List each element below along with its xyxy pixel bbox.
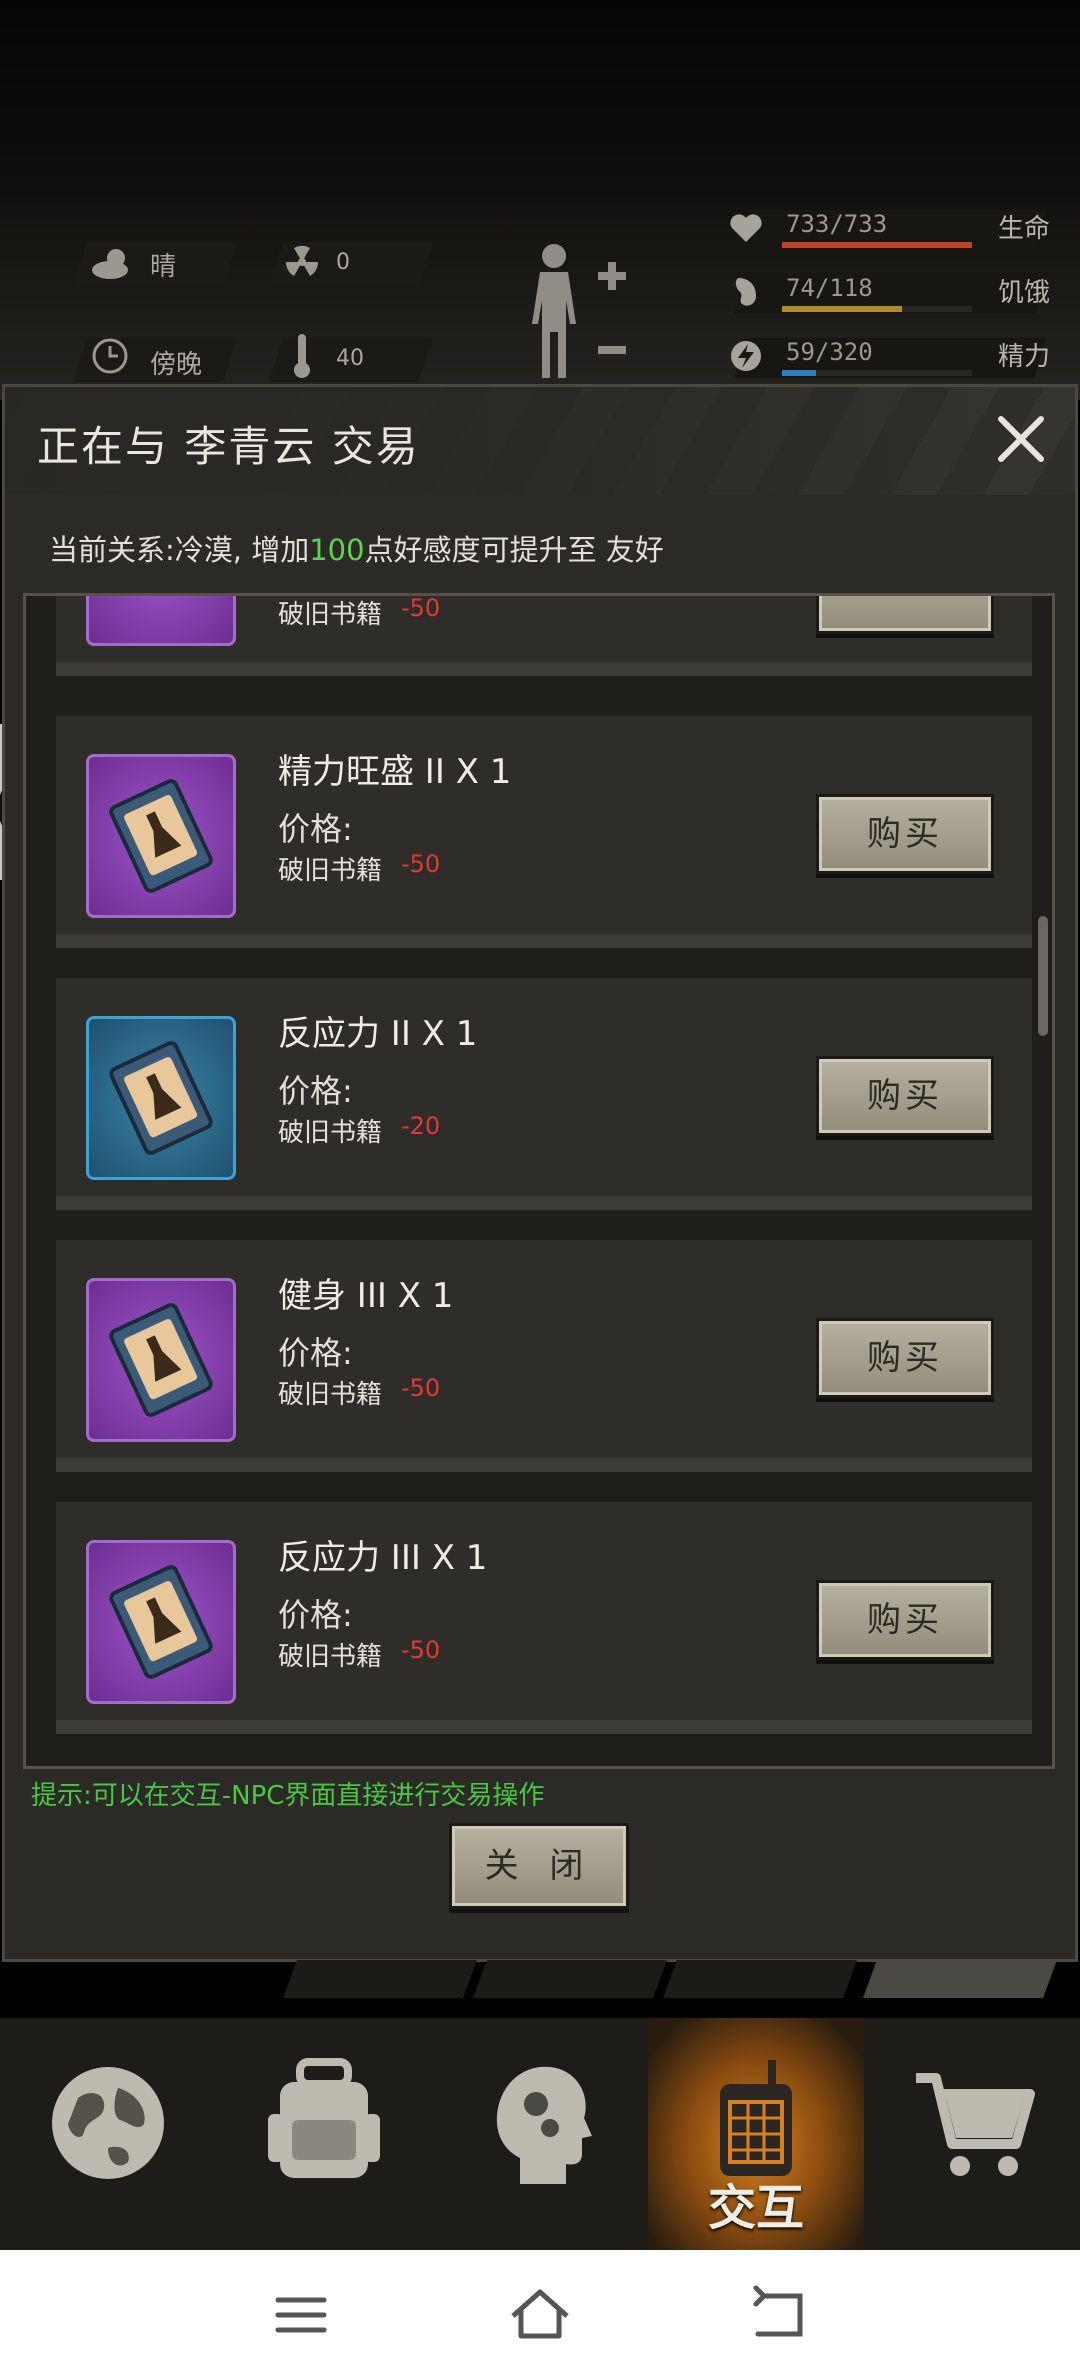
item-cost: -50 — [401, 850, 441, 878]
item-cost: -50 — [401, 1636, 441, 1664]
skill-book-icon — [109, 779, 213, 893]
price-label: 价格: — [278, 1596, 353, 1634]
price-label: 价格: — [278, 1072, 353, 1110]
stat-hunger: 74/118 饥饿 — [720, 268, 1050, 318]
body-figure-icon[interactable] — [520, 240, 630, 380]
status-hud: 晴 0 傍晚 40 733/733 生命 74/118 饥饿 59/320 精力 — [0, 0, 1080, 400]
item-cost: -50 — [401, 594, 441, 622]
energy-icon — [731, 341, 761, 371]
item-cost: -50 — [401, 1374, 441, 1402]
buy-button-label: 购买 — [867, 1338, 943, 1378]
dialog-title: 正在与 李青云 交易 — [37, 422, 420, 471]
item-currency: 破旧书籍 — [278, 1380, 383, 1410]
item-name: 精力旺盛 II X 1 — [278, 752, 512, 792]
item-currency: 破旧书籍 — [278, 1642, 383, 1672]
item-currency: 破旧书籍 — [278, 600, 383, 630]
buy-button[interactable] — [816, 596, 994, 634]
item-name: 健身 III X 1 — [278, 1276, 454, 1316]
hunger-value: 74/118 — [786, 274, 873, 302]
cloud-sun-icon — [92, 249, 128, 279]
skill-book-icon — [109, 1041, 213, 1155]
buy-button[interactable]: 购买 — [816, 794, 994, 874]
nav-interact[interactable]: 交互 — [648, 2018, 864, 2250]
cart-icon — [916, 2073, 1035, 2176]
health-label: 生命 — [997, 214, 1050, 244]
radiation-value: 0 — [336, 250, 350, 275]
list-item: 反应力 III X 1 价格: 破旧书籍 -50 购买 — [56, 1502, 1032, 1734]
item-name: 反应力 III X 1 — [278, 1538, 488, 1578]
list-item: 精力旺盛 II X 1 价格: 破旧书籍 -50 购买 — [56, 716, 1032, 948]
hint-text: 提示:可以在交互-NPC界面直接进行交易操作 — [31, 1781, 545, 1811]
nav-skills[interactable] — [432, 2018, 648, 2250]
skill-book-icon — [109, 1565, 213, 1679]
radiation-icon — [285, 245, 319, 276]
stomach-icon — [735, 278, 756, 306]
back-icon[interactable] — [744, 2280, 814, 2350]
buy-button-label: 购买 — [867, 1076, 943, 1116]
menu-icon[interactable] — [266, 2280, 336, 2350]
skill-book-icon — [109, 1303, 213, 1417]
nav-world[interactable] — [0, 2018, 216, 2250]
book-thumbnail — [86, 596, 236, 646]
scrollbar-thumb[interactable] — [1038, 916, 1048, 1036]
list-item: 反应力 II X 1 价格: 破旧书籍 -20 购买 — [56, 978, 1032, 1210]
heart-icon — [730, 214, 762, 242]
trade-item-list[interactable]: 破旧书籍 -50 精力旺盛 II X 1 价格: 破旧书籍 -50 购买 反应力… — [23, 593, 1055, 1769]
buy-button-label: 购买 — [867, 1600, 943, 1640]
close-icon[interactable] — [991, 409, 1051, 469]
system-navigation-bar — [0, 2250, 1080, 2376]
close-button[interactable]: 关 闭 — [449, 1823, 629, 1909]
item-name: 反应力 II X 1 — [278, 1014, 478, 1054]
buy-button[interactable]: 购买 — [816, 1056, 994, 1136]
close-button-label: 关 闭 — [484, 1846, 594, 1886]
thermometer-icon — [294, 334, 310, 378]
clock-icon — [92, 338, 128, 374]
stat-energy: 59/320 精力 — [720, 332, 1050, 382]
book-thumbnail — [86, 754, 236, 918]
price-label: 价格: — [278, 1334, 353, 1372]
item-cost: -20 — [401, 1112, 441, 1140]
item-currency: 破旧书籍 — [278, 1118, 383, 1148]
energy-value: 59/320 — [786, 338, 873, 366]
backpack-icon — [268, 2058, 380, 2178]
relation-status: 当前关系:冷漠, 增加100点好感度可提升至 友好 — [49, 527, 664, 569]
stat-health: 733/733 生命 — [720, 204, 1050, 254]
health-bar — [782, 242, 972, 248]
buy-button-label: 购买 — [867, 814, 943, 854]
weather-text: 晴 — [150, 252, 177, 282]
bottom-nav: 交互 — [0, 2018, 1080, 2250]
time-of-day-text: 傍晚 — [150, 350, 203, 380]
relation-points: 100 — [309, 533, 365, 567]
health-value: 733/733 — [786, 210, 888, 238]
radio-icon — [720, 2060, 792, 2176]
nav-shop[interactable] — [864, 2018, 1080, 2250]
nav-interact-label: 交互 — [707, 2180, 804, 2236]
home-icon[interactable] — [505, 2280, 575, 2350]
globe-icon — [52, 2067, 164, 2179]
trade-dialog: 正在与 李青云 交易 当前关系:冷漠, 增加100点好感度可提升至 友好 破旧书… — [2, 384, 1078, 1962]
book-thumbnail — [86, 1540, 236, 1704]
relation-suffix: 点好感度可提升至 友好 — [364, 533, 664, 567]
hunger-bar — [782, 306, 972, 312]
scrollbar[interactable] — [1038, 596, 1048, 1766]
buy-button[interactable]: 购买 — [816, 1318, 994, 1398]
relation-prefix: 当前关系:冷漠, 增加 — [49, 533, 310, 567]
price-label: 价格: — [278, 810, 353, 848]
temperature-value: 40 — [336, 346, 364, 371]
list-item-partial: 破旧书籍 -50 — [56, 594, 1032, 676]
hunger-label: 饥饿 — [997, 278, 1050, 308]
book-thumbnail — [86, 1016, 236, 1180]
nav-backpack[interactable] — [216, 2018, 432, 2250]
list-item: 健身 III X 1 价格: 破旧书籍 -50 购买 — [56, 1240, 1032, 1472]
head-gears-icon — [496, 2066, 592, 2184]
book-thumbnail — [86, 1278, 236, 1442]
item-currency: 破旧书籍 — [278, 856, 383, 886]
energy-label: 精力 — [997, 342, 1050, 372]
background-tabs — [283, 1960, 1057, 2004]
energy-bar — [782, 370, 972, 376]
buy-button[interactable]: 购买 — [816, 1580, 994, 1660]
